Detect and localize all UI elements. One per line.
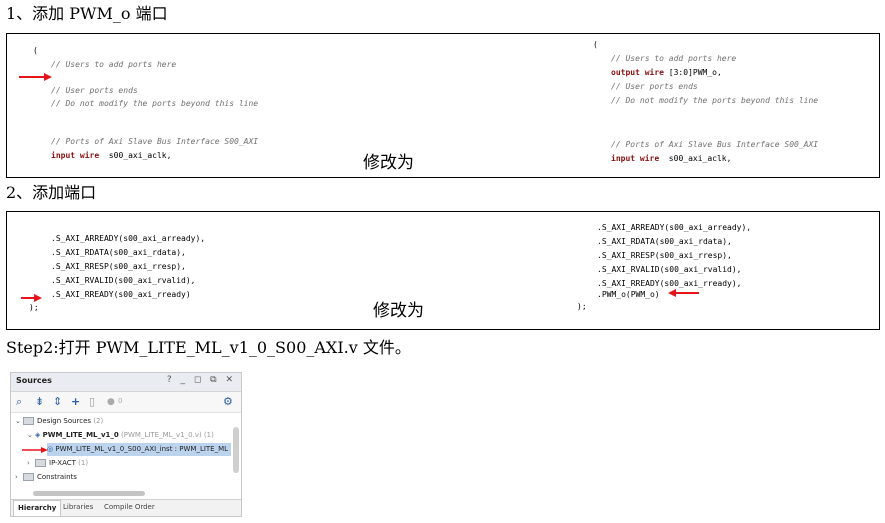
- comment-end-after: // User ports ends: [611, 82, 698, 91]
- change-label-2: 修改为: [373, 301, 424, 321]
- chevron-down-icon[interactable]: ⌄: [27, 429, 35, 442]
- ip-xact-label: IP-XACT: [49, 459, 76, 467]
- add-icon[interactable]: +: [71, 395, 80, 408]
- close-paren-after: );: [577, 302, 587, 311]
- comment-end-before: // User ports ends: [51, 86, 138, 95]
- top-module-file: (PWM_LITE_ML_v1_0.v) (1): [121, 431, 214, 439]
- signal-aclk-after: s00_axi_aclk,: [659, 154, 732, 163]
- input-line-before: input wire s00_axi_aclk,: [51, 149, 171, 162]
- code-box-2: .S_AXI_ARREADY(s00_axi_arready), .S_AXI_…: [6, 211, 880, 330]
- close-paren-before: );: [29, 303, 39, 312]
- tree-design-sources[interactable]: ⌄ Design Sources (2): [15, 415, 103, 428]
- vertical-scrollbar[interactable]: [233, 427, 239, 473]
- code-box-1: ( // Users to add ports here // User por…: [6, 33, 880, 178]
- status-count: 0: [118, 397, 123, 405]
- comment-nomod-before: // Do not modify the ports beyond this l…: [51, 99, 259, 108]
- chevron-right-icon[interactable]: ›: [15, 471, 23, 484]
- tab-compile-order[interactable]: Compile Order: [104, 503, 155, 511]
- paren-after: (: [593, 40, 598, 49]
- section1-heading: 1、添加 PWM_o 端口: [6, 4, 168, 23]
- port-line-after: .S_AXI_RRESP(s00_axi_rresp),: [597, 251, 732, 260]
- chevron-right-icon[interactable]: ›: [27, 457, 35, 470]
- comment-axi-before: // Ports of Axi Slave Bus Interface S00_…: [51, 137, 259, 146]
- design-sources-count: (2): [93, 417, 104, 425]
- tab-libraries[interactable]: Libraries: [63, 503, 93, 511]
- folder-icon: [23, 473, 34, 481]
- port-line-after: .S_AXI_RDATA(s00_axi_rdata),: [597, 237, 732, 246]
- design-sources-label: Design Sources: [37, 417, 92, 425]
- module-icon: ◈: [35, 431, 41, 439]
- keyword-input: input wire: [51, 151, 100, 160]
- signal-aclk: s00_axi_aclk,: [99, 151, 172, 160]
- status-indicator-icon: ●: [107, 397, 115, 407]
- tree-top-module[interactable]: ⌄ ◈ PWM_LITE_ML_v1_0 (PWM_LITE_ML_v1_0.v)…: [27, 429, 214, 442]
- comment-axi-after: // Ports of Axi Slave Bus Interface S00_…: [611, 140, 819, 149]
- port-line-before: .S_AXI_RRESP(s00_axi_rresp),: [51, 262, 186, 271]
- port-line-before: .S_AXI_RDATA(s00_axi_rdata),: [51, 248, 186, 257]
- tab-hierarchy[interactable]: Hierarchy: [13, 500, 62, 516]
- port-line-pwm: .PWM_o(PWM_o): [597, 290, 660, 299]
- output-line-after: output wire [3:0]PWM_o,: [611, 66, 722, 79]
- comment-add-before: // Users to add ports here: [51, 60, 177, 69]
- red-arrow-icon: [22, 447, 48, 453]
- gear-icon[interactable]: ⚙: [223, 395, 233, 408]
- collapse-all-icon[interactable]: ⇟: [35, 395, 44, 408]
- port-line-after: .S_AXI_RVALID(s00_axi_rvalid),: [597, 265, 742, 274]
- keyword-input-after: input wire: [611, 154, 660, 163]
- signal-pwm: [3:0]PWM_o,: [663, 68, 722, 77]
- tree-constraints[interactable]: › Constraints: [15, 471, 77, 484]
- change-label-1: 修改为: [363, 153, 414, 173]
- expand-all-icon[interactable]: ⇕: [53, 395, 62, 408]
- constraints-label: Constraints: [37, 473, 77, 481]
- tree-ip-xact[interactable]: › IP-XACT (1): [27, 457, 88, 470]
- top-module-label: PWM_LITE_ML_v1_0: [42, 431, 119, 439]
- comment-nomod-after: // Do not modify the ports beyond this l…: [611, 96, 819, 105]
- port-line-before: .S_AXI_RREADY(s00_axi_rready): [51, 290, 191, 299]
- sources-toolbar: ⌕ ⇟ ⇕ + ▯ ● 0 ⚙: [11, 392, 241, 413]
- file-icon[interactable]: ▯: [89, 395, 95, 408]
- folder-icon: [23, 417, 34, 425]
- search-icon[interactable]: ⌕: [16, 395, 22, 409]
- section2-heading: 2、添加端口: [6, 183, 97, 202]
- sources-title-bar: Sources ? _ ◻ ⧉ ✕: [11, 373, 241, 392]
- ip-xact-count: (1): [78, 459, 89, 467]
- sources-title: Sources: [16, 376, 52, 385]
- sources-tabs: Hierarchy Libraries Compile Order: [11, 499, 241, 516]
- input-line-after: input wire s00_axi_aclk,: [611, 152, 731, 165]
- paren-before: (: [33, 46, 38, 55]
- tree-instance[interactable]: ◎ PWM_LITE_ML_v1_0_S00_AXI_inst : PWM_LI…: [47, 443, 231, 456]
- keyword-output: output wire: [611, 68, 664, 77]
- instance-label: PWM_LITE_ML_v1_0_S00_AXI_inst : PWM_LITE…: [55, 445, 229, 453]
- folder-icon: [35, 459, 46, 467]
- chevron-down-icon[interactable]: ⌄: [15, 415, 23, 428]
- port-line-before: .S_AXI_ARREADY(s00_axi_arready),: [51, 234, 206, 243]
- horizontal-scrollbar[interactable]: [33, 491, 145, 496]
- comment-add-after: // Users to add ports here: [611, 54, 737, 63]
- port-line-before: .S_AXI_RVALID(s00_axi_rvalid),: [51, 276, 196, 285]
- port-line-after: .S_AXI_ARREADY(s00_axi_arready),: [597, 223, 752, 232]
- red-arrow-left-icon: [668, 289, 699, 297]
- sources-panel: Sources ? _ ◻ ⧉ ✕ ⌕ ⇟ ⇕ + ▯ ● 0 ⚙ ⌄ Desig…: [10, 372, 242, 517]
- red-arrow-icon: [19, 73, 52, 81]
- step2-heading: Step2:打开 PWM_LITE_ML_v1_0_S00_AXI.v 文件。: [6, 338, 411, 357]
- window-controls[interactable]: ? _ ◻ ⧉ ✕: [167, 375, 236, 385]
